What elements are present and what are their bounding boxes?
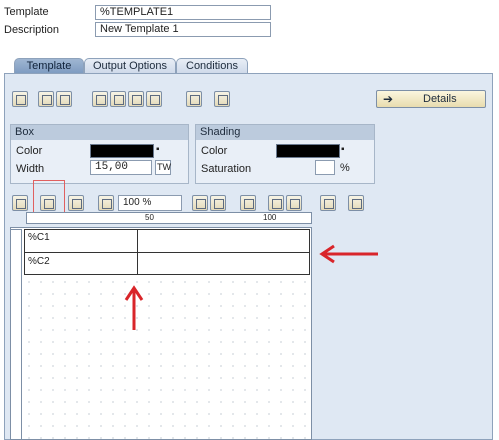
annotation-overlay (124, 244, 378, 330)
red-arrow-up-icon (124, 285, 144, 330)
red-arrow-left-icon (319, 244, 378, 264)
